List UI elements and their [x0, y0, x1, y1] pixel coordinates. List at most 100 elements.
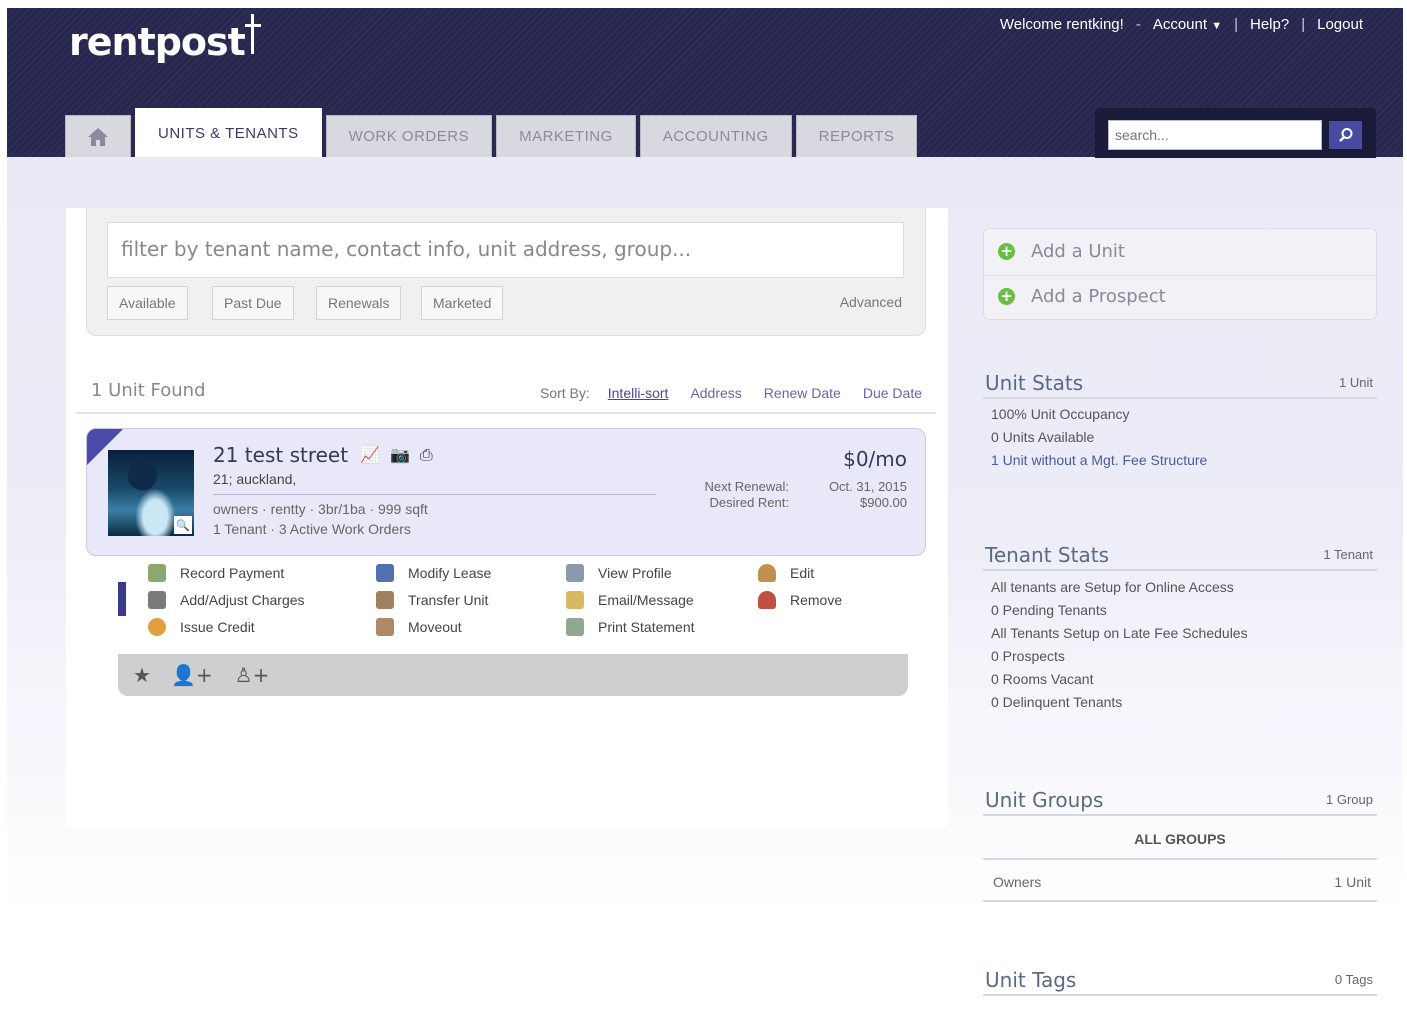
filter-renewals-button[interactable]: Renewals — [316, 286, 402, 320]
sort-renew-date[interactable]: Renew Date — [764, 385, 841, 401]
filter-available-button[interactable]: Available — [107, 286, 188, 320]
add-person-outline-icon[interactable]: ♙+ — [235, 663, 270, 687]
account-label: Account — [1152, 16, 1208, 33]
filter-past-due-button[interactable]: Past Due — [212, 286, 294, 320]
camera-icon[interactable]: 📷 — [390, 445, 410, 465]
email-message-action[interactable]: Email/Message — [566, 591, 694, 609]
tenant-stats-count: 1 Tenant — [1323, 547, 1373, 562]
tab-accounting[interactable]: ACCOUNTING — [639, 115, 792, 157]
zoom-icon[interactable]: 🔍 — [174, 516, 192, 534]
filter-marketed-button[interactable]: Marketed — [421, 286, 504, 320]
account-menu[interactable]: Account ▼ — [1153, 16, 1222, 33]
next-renewal-value: Oct. 31, 2015 — [828, 479, 907, 494]
tab-reports[interactable]: REPORTS — [795, 115, 918, 157]
all-groups-label: ALL GROUPS — [1134, 831, 1226, 847]
sidebar-links: + Add a Unit + Add a Prospect — [983, 228, 1378, 320]
unit-icons: 📈 📷 ⎙ — [360, 445, 433, 465]
group-name: Owners — [993, 874, 1042, 890]
action-label: Remove — [790, 592, 843, 608]
statement-icon — [566, 618, 584, 636]
unit-stat-available[interactable]: 0 Units Available — [991, 429, 1094, 445]
tenant-stat-rooms-vacant[interactable]: 0 Rooms Vacant — [991, 671, 1093, 687]
action-label: Record Payment — [180, 565, 285, 581]
remove-action[interactable]: Remove — [758, 591, 842, 609]
tenant-stat-late-fee: All Tenants Setup on Late Fee Schedules — [991, 625, 1248, 641]
unit-groups-title: Unit Groups — [985, 788, 1104, 812]
search-input[interactable] — [1108, 120, 1322, 150]
unit-stats-count: 1 Unit — [1339, 375, 1373, 390]
printer-icon[interactable]: ⎙ — [420, 445, 433, 465]
issue-credit-action[interactable]: Issue Credit — [148, 618, 255, 636]
unit-groups-header: Unit Groups 1 Group — [983, 788, 1377, 816]
all-groups-row[interactable]: ALL GROUPS — [983, 820, 1377, 860]
unit-stats-title: Unit Stats — [985, 371, 1084, 395]
record-payment-action[interactable]: Record Payment — [148, 564, 284, 582]
print-statement-action[interactable]: Print Statement — [566, 618, 695, 636]
divider — [984, 275, 1378, 276]
unit-address[interactable]: 21 test street — [213, 443, 348, 467]
filter-input[interactable]: filter by tenant name, contact info, uni… — [107, 222, 904, 278]
transfer-unit-action[interactable]: Transfer Unit — [376, 591, 488, 609]
payment-icon — [148, 564, 166, 582]
add-tenant-icon[interactable]: 👤+ — [171, 663, 213, 687]
search-box — [1095, 108, 1376, 158]
add-adjust-charges-action[interactable]: Add/Adjust Charges — [148, 591, 305, 609]
tenant-stat-delinquent[interactable]: 0 Delinquent Tenants — [991, 694, 1122, 710]
add-unit-link[interactable]: + Add a Unit — [998, 241, 1125, 262]
unit-tags-count: 0 Tags — [1334, 972, 1373, 987]
tenant-stat-online-access: All tenants are Setup for Online Access — [991, 579, 1234, 595]
header: rentpost Welcome rentking! - Account ▼ |… — [7, 8, 1403, 158]
star-icon[interactable]: ★ — [133, 663, 151, 687]
unit-actions: Record Payment Add/Adjust Charges Issue … — [118, 558, 908, 696]
action-label: Add/Adjust Charges — [180, 592, 305, 608]
home-icon — [88, 127, 108, 146]
tenant-stat-pending[interactable]: 0 Pending Tenants — [991, 602, 1107, 618]
rentpost-logo[interactable]: rentpost — [69, 14, 261, 64]
unit-card[interactable]: 🔍 21 test street 📈 📷 ⎙ 21; auckland, own… — [86, 428, 926, 556]
desired-rent-label: Desired Rent: — [709, 495, 789, 510]
tenant-stat-prospects[interactable]: 0 Prospects — [991, 648, 1065, 664]
main-tabs: UNITS & TENANTS WORK ORDERS MARKETING AC… — [65, 108, 918, 157]
sort-address[interactable]: Address — [690, 385, 741, 401]
logo-text: rentpost — [69, 20, 246, 64]
modify-lease-action[interactable]: Modify Lease — [376, 564, 491, 582]
chart-icon[interactable]: 📈 — [360, 445, 380, 465]
expand-toggle[interactable] — [118, 582, 126, 616]
unit-photo[interactable]: 🔍 — [108, 450, 194, 536]
sort-due-date[interactable]: Due Date — [863, 385, 922, 401]
tab-work-orders[interactable]: WORK ORDERS — [325, 115, 493, 157]
tab-units-tenants[interactable]: UNITS & TENANTS — [135, 108, 322, 157]
unit-groups-count: 1 Group — [1326, 792, 1373, 807]
credit-icon — [148, 618, 166, 636]
tab-home[interactable] — [65, 115, 131, 157]
transfer-icon — [376, 591, 394, 609]
help-link[interactable]: Help? — [1250, 16, 1289, 33]
top-nav: Welcome rentking! - Account ▼ | Help? | … — [1000, 16, 1363, 33]
caret-down-icon: ▼ — [1211, 20, 1223, 32]
link-label: Add a Prospect — [1031, 286, 1166, 307]
unit-tenants: 1 Tenant · 3 Active Work Orders — [213, 521, 411, 537]
moveout-action[interactable]: Moveout — [376, 618, 462, 636]
unit-stats-header: Unit Stats 1 Unit — [983, 371, 1377, 399]
tab-marketing[interactable]: MARKETING — [496, 115, 636, 157]
filter-panel: filter by tenant name, contact info, uni… — [86, 208, 926, 336]
results-count: 1 Unit Found — [91, 380, 206, 401]
advanced-filter-link[interactable]: Advanced — [840, 294, 902, 310]
action-label: Moveout — [408, 619, 462, 635]
charges-icon — [148, 591, 166, 609]
action-label: Issue Credit — [180, 619, 255, 635]
welcome-text: Welcome rentking! — [999, 16, 1124, 33]
tenant-stats-title: Tenant Stats — [985, 543, 1109, 567]
add-prospect-link[interactable]: + Add a Prospect — [998, 286, 1166, 307]
edit-action[interactable]: Edit — [758, 564, 814, 582]
separator: - — [1135, 16, 1141, 33]
link-label: Add a Unit — [1031, 241, 1125, 262]
group-row-owners[interactable]: Owners 1 Unit — [983, 862, 1377, 902]
view-profile-action[interactable]: View Profile — [566, 564, 672, 582]
sort-intelli-sort[interactable]: Intelli-sort — [608, 385, 669, 401]
logout-link[interactable]: Logout — [1317, 16, 1363, 33]
logo-cross-icon — [244, 14, 261, 58]
unit-stat-mgt-fee[interactable]: 1 Unit without a Mgt. Fee Structure — [991, 452, 1207, 468]
search-button[interactable] — [1329, 121, 1362, 149]
desired-rent-value: $900.00 — [860, 495, 907, 510]
